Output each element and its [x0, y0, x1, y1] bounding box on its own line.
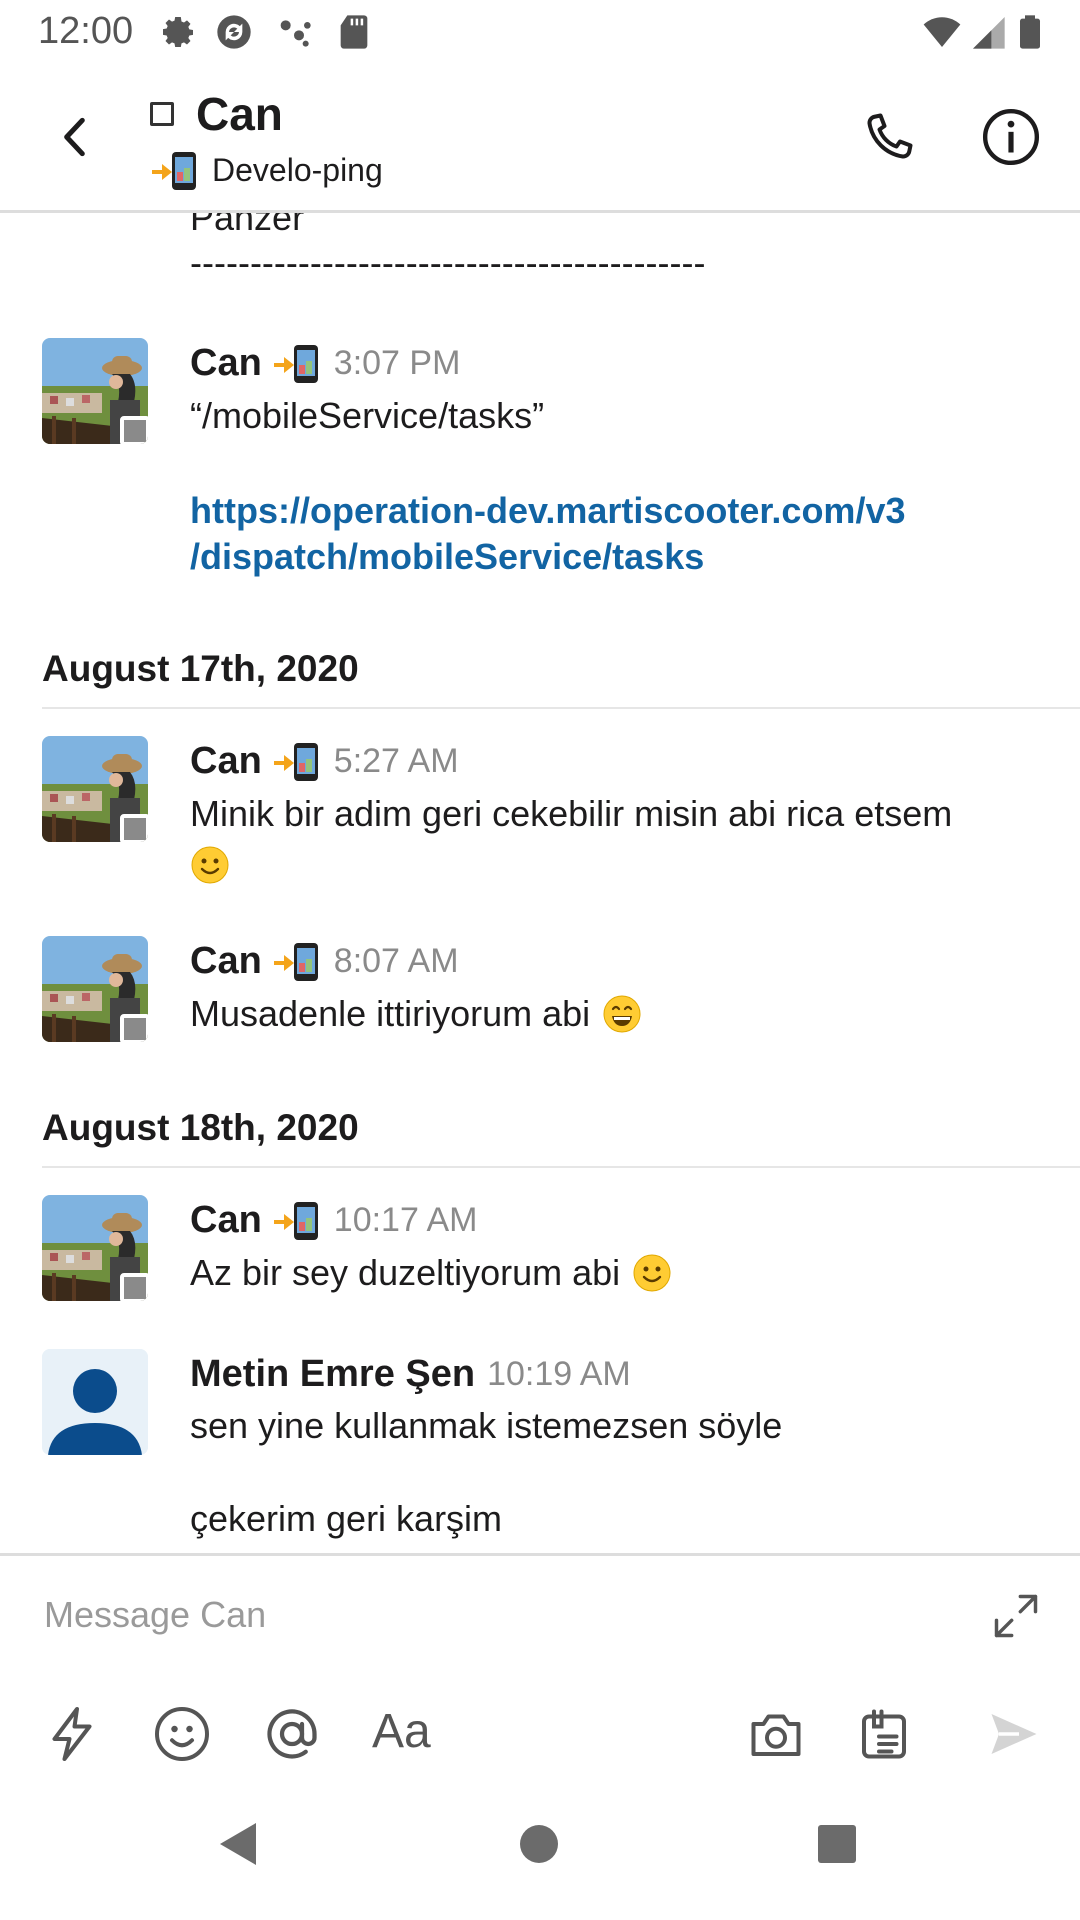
presence-icon — [120, 1273, 148, 1301]
assistant-icon — [280, 20, 311, 47]
expand-icon[interactable] — [990, 1590, 1042, 1642]
formatting-button[interactable]: Aa — [372, 1704, 431, 1759]
channel-subtitle: Develo-ping — [212, 151, 383, 188]
sync-icon — [217, 15, 251, 49]
sender-name[interactable]: Can — [190, 342, 262, 385]
message-text: Az bir sey duzeltiyorum abi — [190, 1252, 621, 1293]
message-body: Az bir sey duzeltiyorum abi — [190, 1250, 672, 1296]
status-emoji-icon — [273, 345, 318, 383]
battery-icon — [1020, 15, 1040, 49]
message-header: Can 5:27 AM — [190, 736, 459, 786]
divider — [42, 707, 1080, 709]
message-text: Panzer — [190, 213, 305, 238]
message-link[interactable]: https://operation-dev.martiscooter.com/v… — [190, 487, 905, 535]
slightly-smiling-face-icon — [190, 845, 230, 890]
message-timestamp: 5:27 AM — [333, 741, 459, 780]
phone-icon[interactable] — [858, 108, 918, 168]
message-timestamp: 10:19 AM — [487, 1354, 631, 1393]
clipboard-icon[interactable] — [854, 1704, 914, 1764]
sender-name[interactable]: Metin Emre Şen — [190, 1353, 475, 1396]
signal-icon — [973, 17, 1005, 49]
sender-name[interactable]: Can — [190, 1199, 262, 1242]
status-emoji-icon — [152, 152, 196, 190]
message-header: Metin Emre Şen 10:19 AM — [190, 1349, 631, 1399]
avatar[interactable] — [42, 1195, 148, 1301]
camera-icon[interactable] — [746, 1704, 806, 1764]
conversation-header: Can Develo-ping — [0, 64, 1080, 213]
status-time: 12:00 — [38, 10, 134, 52]
wifi-icon — [923, 17, 961, 47]
presence-icon — [120, 814, 148, 842]
status-emoji-icon — [273, 1202, 318, 1240]
presence-icon — [120, 1014, 148, 1042]
message-list[interactable]: Panzer ---------------------------------… — [0, 213, 1080, 1553]
message-timestamp: 8:07 AM — [333, 941, 459, 980]
message-header: Can 8:07 AM — [190, 936, 459, 986]
message-text: Musadenle ittiriyorum abi — [190, 993, 591, 1034]
lightning-icon[interactable] — [42, 1704, 102, 1764]
date-divider: August 18th, 2020 — [42, 1107, 359, 1148]
message-link[interactable]: /dispatch/mobileService/tasks — [190, 533, 704, 581]
nav-back-icon[interactable] — [216, 1819, 260, 1869]
sender-name[interactable]: Can — [190, 740, 262, 783]
mention-icon[interactable] — [262, 1704, 322, 1764]
nav-recents-icon[interactable] — [816, 1823, 858, 1865]
nav-home-icon[interactable] — [518, 1823, 560, 1865]
presence-icon — [120, 416, 148, 444]
status-bar: 12:00 — [0, 0, 1080, 64]
avatar[interactable] — [42, 1349, 148, 1455]
message-header: Can 10:17 AM — [190, 1195, 477, 1245]
grinning-face-icon — [603, 995, 641, 1033]
page-title: Can — [196, 88, 283, 140]
message-timestamp: 10:17 AM — [333, 1200, 478, 1239]
message-input[interactable] — [42, 1584, 946, 1646]
message-text: Minik bir adim geri cekebilir misin abi … — [190, 793, 953, 834]
divider — [42, 1166, 1080, 1168]
emoji-icon[interactable] — [152, 1704, 212, 1764]
message-header: Can 3:07 PM — [190, 338, 460, 388]
message-text: sen yine kullanmak istemezsen söyle — [190, 1405, 783, 1446]
presence-away-icon — [150, 102, 174, 126]
message-body: Musadenle ittiriyorum abi — [190, 991, 642, 1037]
status-emoji-icon — [273, 943, 318, 981]
message-composer: Aa — [0, 1553, 1080, 1786]
avatar[interactable] — [42, 338, 148, 444]
send-icon[interactable] — [984, 1704, 1044, 1764]
sd-card-icon — [340, 15, 368, 49]
message-text: çekerim geri karşim — [190, 1498, 503, 1539]
system-nav-bar — [0, 1783, 1080, 1920]
back-arrow-icon[interactable] — [50, 112, 100, 162]
slightly-smiling-face-icon — [633, 1254, 671, 1292]
settings-icon — [163, 17, 193, 48]
message-text: ----------------------------------------… — [190, 242, 706, 283]
date-divider: August 17th, 2020 — [42, 648, 359, 689]
avatar[interactable] — [42, 936, 148, 1042]
message-text: “/mobileService/tasks” — [190, 395, 545, 436]
sender-name[interactable]: Can — [190, 940, 262, 983]
channel-title-area[interactable]: Can Develo-ping — [150, 88, 383, 192]
status-emoji-icon — [273, 743, 318, 781]
info-icon[interactable] — [980, 106, 1042, 168]
avatar[interactable] — [42, 736, 148, 842]
message-timestamp: 3:07 PM — [333, 343, 461, 382]
